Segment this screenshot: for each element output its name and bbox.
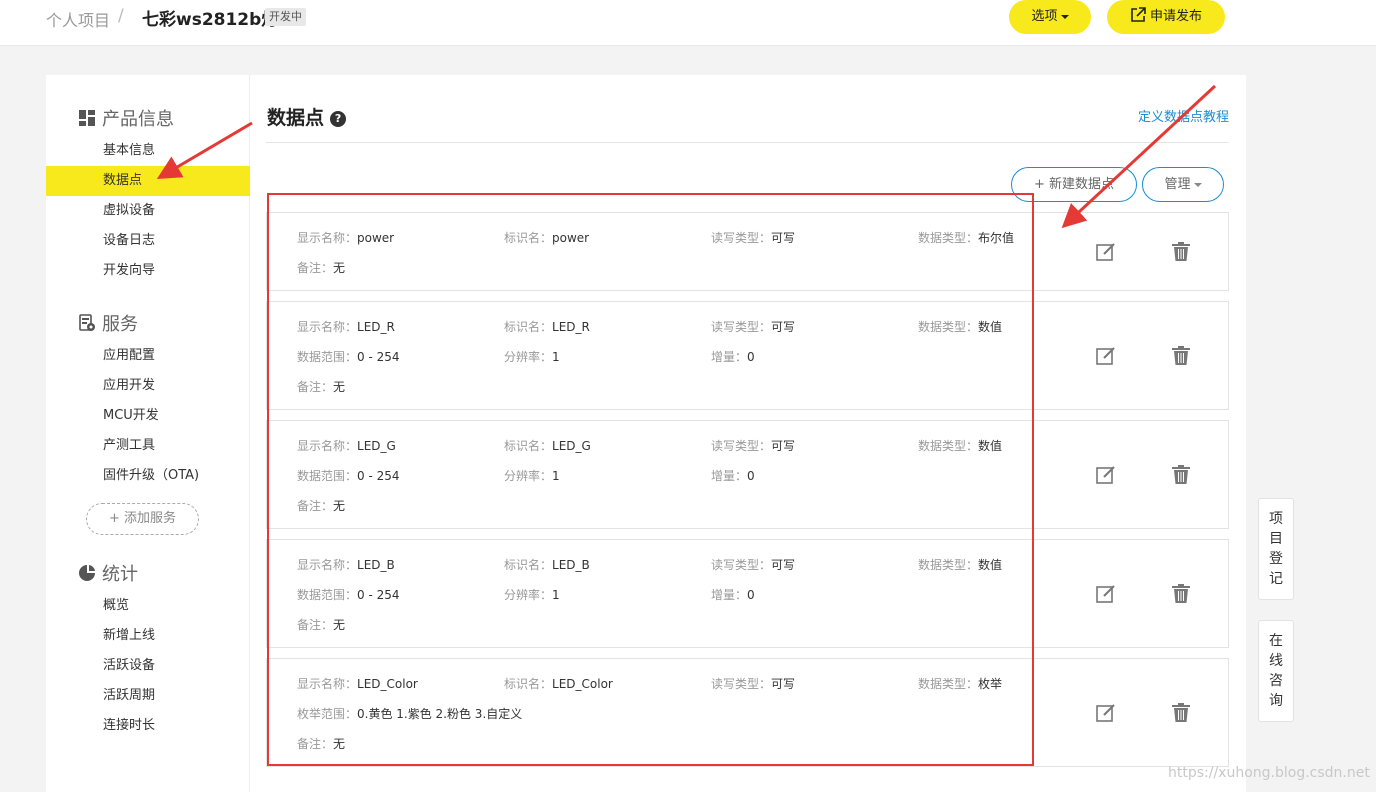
sidebar-item-app-config[interactable]: 应用配置 — [46, 341, 250, 371]
pie-chart-icon — [79, 565, 95, 581]
sidebar-item-new-online[interactable]: 新增上线 — [46, 621, 250, 651]
help-icon[interactable]: ? — [330, 111, 347, 127]
sidebar-item-active-devices[interactable]: 活跃设备 — [46, 651, 250, 681]
service-icon — [79, 314, 95, 331]
sidebar-item-basic-info[interactable]: 基本信息 — [46, 136, 250, 166]
trash-icon[interactable] — [1170, 345, 1192, 367]
sidebar-item-mcu-dev[interactable]: MCU开发 — [46, 401, 250, 431]
trash-icon[interactable] — [1170, 464, 1192, 486]
edit-icon[interactable] — [1095, 583, 1117, 605]
sidebar-item-overview[interactable]: 概览 — [46, 591, 250, 621]
breadcrumb-separator: / — [118, 6, 124, 26]
trash-icon[interactable] — [1170, 583, 1192, 605]
external-link-icon — [1131, 7, 1146, 22]
status-badge: 开发中 — [265, 8, 306, 26]
section-services: 服务 — [78, 310, 138, 336]
sidebar-item-active-period[interactable]: 活跃周期 — [46, 681, 250, 711]
section-stats: 统计 — [78, 560, 138, 586]
publish-button[interactable]: 申请发布 — [1107, 0, 1225, 34]
sidebar-item-datapoints[interactable]: 数据点 — [46, 166, 250, 196]
trash-icon[interactable] — [1170, 241, 1192, 263]
trash-icon[interactable] — [1170, 702, 1192, 724]
publish-label: 申请发布 — [1149, 9, 1202, 24]
sidebar-item-virtual-device[interactable]: 虚拟设备 — [46, 196, 250, 226]
edit-icon[interactable] — [1095, 241, 1117, 263]
grid-icon — [79, 110, 95, 126]
divider — [266, 142, 1229, 143]
add-service-button[interactable]: + 添加服务 — [86, 503, 199, 535]
sidebar-item-app-dev[interactable]: 应用开发 — [46, 371, 250, 401]
sidebar-item-device-log[interactable]: 设备日志 — [46, 226, 250, 256]
sidebar-item-dev-guide[interactable]: 开发向导 — [46, 256, 250, 286]
edit-icon[interactable] — [1095, 345, 1117, 367]
annotation-highlight-box — [267, 193, 1034, 766]
edit-icon[interactable] — [1095, 702, 1117, 724]
breadcrumb-parent[interactable]: 个人项目 — [46, 7, 110, 31]
manage-button[interactable]: 管理 — [1142, 167, 1224, 202]
project-register-button[interactable]: 项目登记 — [1258, 498, 1294, 600]
section-product-info: 产品信息 — [78, 105, 174, 131]
sidebar-item-test-tools[interactable]: 产测工具 — [46, 431, 250, 461]
tutorial-link[interactable]: 定义数据点教程 — [1138, 106, 1229, 125]
page-title: 数据点? — [267, 103, 347, 130]
sidebar-item-connect-duration[interactable]: 连接时长 — [46, 711, 250, 741]
online-consult-button[interactable]: 在线咨询 — [1258, 620, 1294, 722]
caret-down-icon — [1193, 182, 1202, 187]
options-label: 选项 — [1031, 9, 1058, 24]
sidebar-item-ota[interactable]: 固件升级（OTA) — [46, 461, 250, 491]
options-button[interactable]: 选项 — [1009, 0, 1091, 34]
caret-down-icon — [1060, 14, 1069, 19]
top-bar: 个人项目 / 七彩ws2812b灯 开发中 选项 申请发布 — [0, 0, 1376, 46]
project-title: 七彩ws2812b灯 — [142, 10, 279, 30]
watermark: https://xuhong.blog.csdn.net — [1168, 765, 1370, 781]
edit-icon[interactable] — [1095, 464, 1117, 486]
sidebar: 产品信息 基本信息 数据点 虚拟设备 设备日志 开发向导 服务 应用配置 应用开… — [46, 75, 250, 792]
